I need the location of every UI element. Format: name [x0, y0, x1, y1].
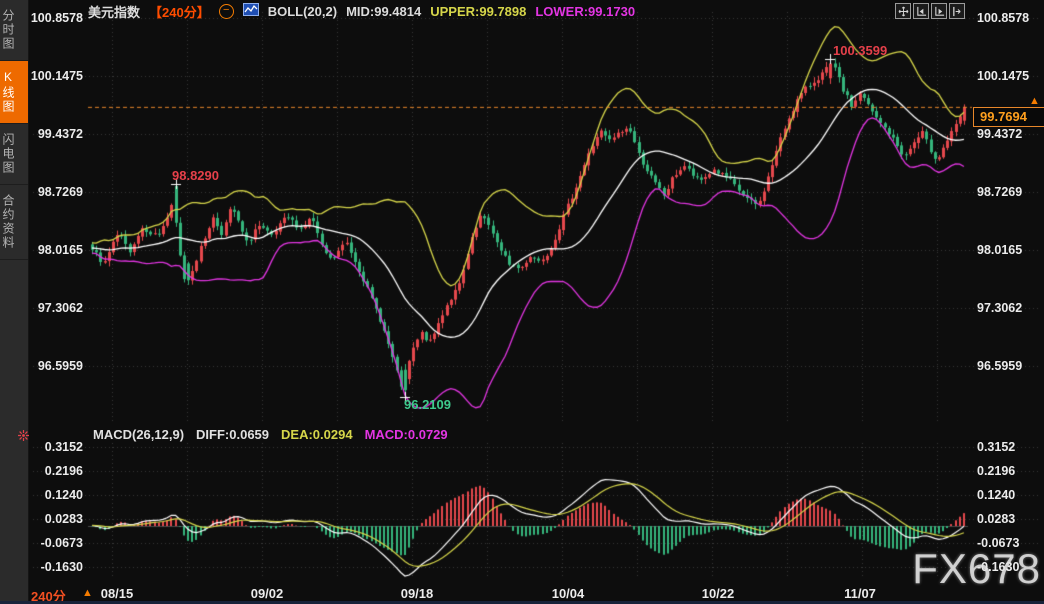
price-axis-label: 96.5959: [27, 359, 83, 373]
macd-axis-label: 0.2196: [27, 464, 83, 478]
price-axis-label: 100.8578: [977, 11, 1033, 25]
price-axis-label: 96.5959: [977, 359, 1033, 373]
price-axis-label: 100.1475: [977, 69, 1033, 83]
macd-axis-label: 0.0283: [27, 512, 83, 526]
boll-mid-value: MID:99.4814: [346, 4, 421, 19]
price-up-arrow-icon: ▲: [1029, 95, 1040, 107]
watermark-logo: FX678: [912, 545, 1041, 593]
x-axis-label: 08/15: [101, 586, 134, 601]
price-axis-label: 98.0165: [27, 243, 83, 257]
scroll-right-button[interactable]: [949, 3, 965, 19]
swing-high-annotation: 100.3599: [833, 43, 887, 58]
macd-axis-label: 0.3152: [977, 440, 1033, 454]
x-axis-label: 11/07: [844, 586, 876, 601]
price-axis-label: 100.1475: [27, 69, 83, 83]
price-axis-label: 98.0165: [977, 243, 1033, 257]
period-label: 【240分】: [149, 2, 210, 21]
macd-axis-label: 0.0283: [977, 512, 1033, 526]
x-axis-label: 09/18: [401, 586, 434, 601]
price-axis-label: 99.4372: [977, 127, 1033, 141]
macd-header: MACD(26,12,9) DIFF:0.0659 DEA:0.0294 MAC…: [93, 427, 448, 442]
price-axis-label: 99.4372: [27, 127, 83, 141]
sidebar-item-lightning-chart[interactable]: 闪电图: [0, 124, 28, 185]
price-axis-label: 100.8578: [27, 11, 83, 25]
boll-params-label: BOLL(20,2): [268, 4, 337, 19]
symbol-title: 美元指数: [88, 2, 140, 21]
zoom-y-axis-button[interactable]: [931, 3, 947, 19]
zoom-x-axis-button[interactable]: [913, 3, 929, 19]
x-axis-label: 10/22: [702, 586, 735, 601]
pan-tool-button[interactable]: [895, 3, 911, 19]
kline-style-icon[interactable]: [243, 3, 259, 19]
macd-params-label: MACD(26,12,9): [93, 427, 184, 442]
price-axis-label: 98.7269: [977, 185, 1033, 199]
macd-axis-label: -0.0673: [27, 536, 83, 550]
price-axis-label: 97.3062: [27, 301, 83, 315]
macd-value: MACD:0.0729: [365, 427, 448, 442]
collapse-indicator-icon[interactable]: −: [219, 4, 234, 19]
macd-dea-value: DEA:0.0294: [281, 427, 353, 442]
chart-type-sidebar: 分时图 K线图 闪电图 合约资料: [0, 0, 29, 604]
macd-axis-label: 0.2196: [977, 464, 1033, 478]
macd-axis-label: 0.1240: [977, 488, 1033, 502]
period-selector-arrow-icon[interactable]: ▲: [82, 587, 93, 599]
indicator-lock-icon[interactable]: [17, 429, 30, 447]
macd-diff-value: DIFF:0.0659: [196, 427, 269, 442]
kline-chart-window: 分时图 K线图 闪电图 合约资料 美元指数 【240分】 − BOLL(20,2…: [0, 0, 1044, 604]
chart-header: 美元指数 【240分】 − BOLL(20,2) MID:99.4814 UPP…: [88, 3, 635, 19]
macd-axis-label: 0.3152: [27, 440, 83, 454]
sidebar-item-contract-info[interactable]: 合约资料: [0, 185, 28, 260]
price-chart-canvas[interactable]: [0, 0, 1044, 604]
chart-toolbar: [895, 3, 965, 19]
x-axis-label: 09/02: [251, 586, 284, 601]
price-axis-label: 97.3062: [977, 301, 1033, 315]
boll-lower-value: LOWER:99.1730: [535, 4, 635, 19]
price-axis-label: 98.7269: [27, 185, 83, 199]
last-price-tag: 99.7694: [973, 107, 1044, 127]
macd-axis-label: 0.1240: [27, 488, 83, 502]
x-axis-label: 10/04: [552, 586, 585, 601]
sidebar-item-kline-chart[interactable]: K线图: [0, 61, 28, 124]
swing-low-annotation: 96.2109: [404, 397, 451, 412]
macd-axis-label: -0.1630: [27, 560, 83, 574]
boll-upper-value: UPPER:99.7898: [430, 4, 526, 19]
local-high-annotation: 98.8290: [172, 168, 219, 183]
sidebar-item-timeline-chart[interactable]: 分时图: [0, 0, 28, 61]
